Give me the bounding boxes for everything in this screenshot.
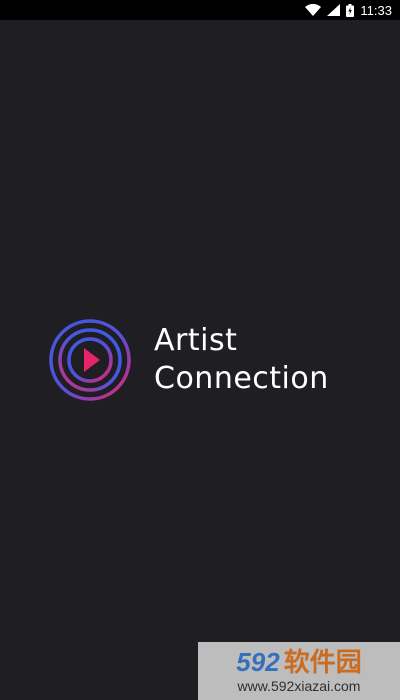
watermark-number: 592 <box>236 647 280 677</box>
play-rings-logo-icon <box>49 319 131 401</box>
app-name-line2: Connection <box>154 361 329 396</box>
splash-screen: 11:33 Artist Connection 592 软件园 www.592x… <box>0 0 400 700</box>
app-logo: Artist Connection <box>48 318 329 402</box>
status-time: 11:33 <box>360 2 392 18</box>
app-name-line1: Artist <box>154 323 238 358</box>
signal-icon <box>327 4 341 16</box>
watermark-brand: 592 软件园 <box>236 648 361 676</box>
app-name: Artist Connection <box>154 322 329 398</box>
watermark-url: www.592xiazai.com <box>237 678 361 694</box>
wifi-icon <box>305 4 322 16</box>
watermark: 592 软件园 www.592xiazai.com <box>198 642 400 700</box>
battery-charging-icon <box>346 3 355 17</box>
status-bar: 11:33 <box>0 0 400 20</box>
watermark-chinese: 软件园 <box>283 647 362 677</box>
